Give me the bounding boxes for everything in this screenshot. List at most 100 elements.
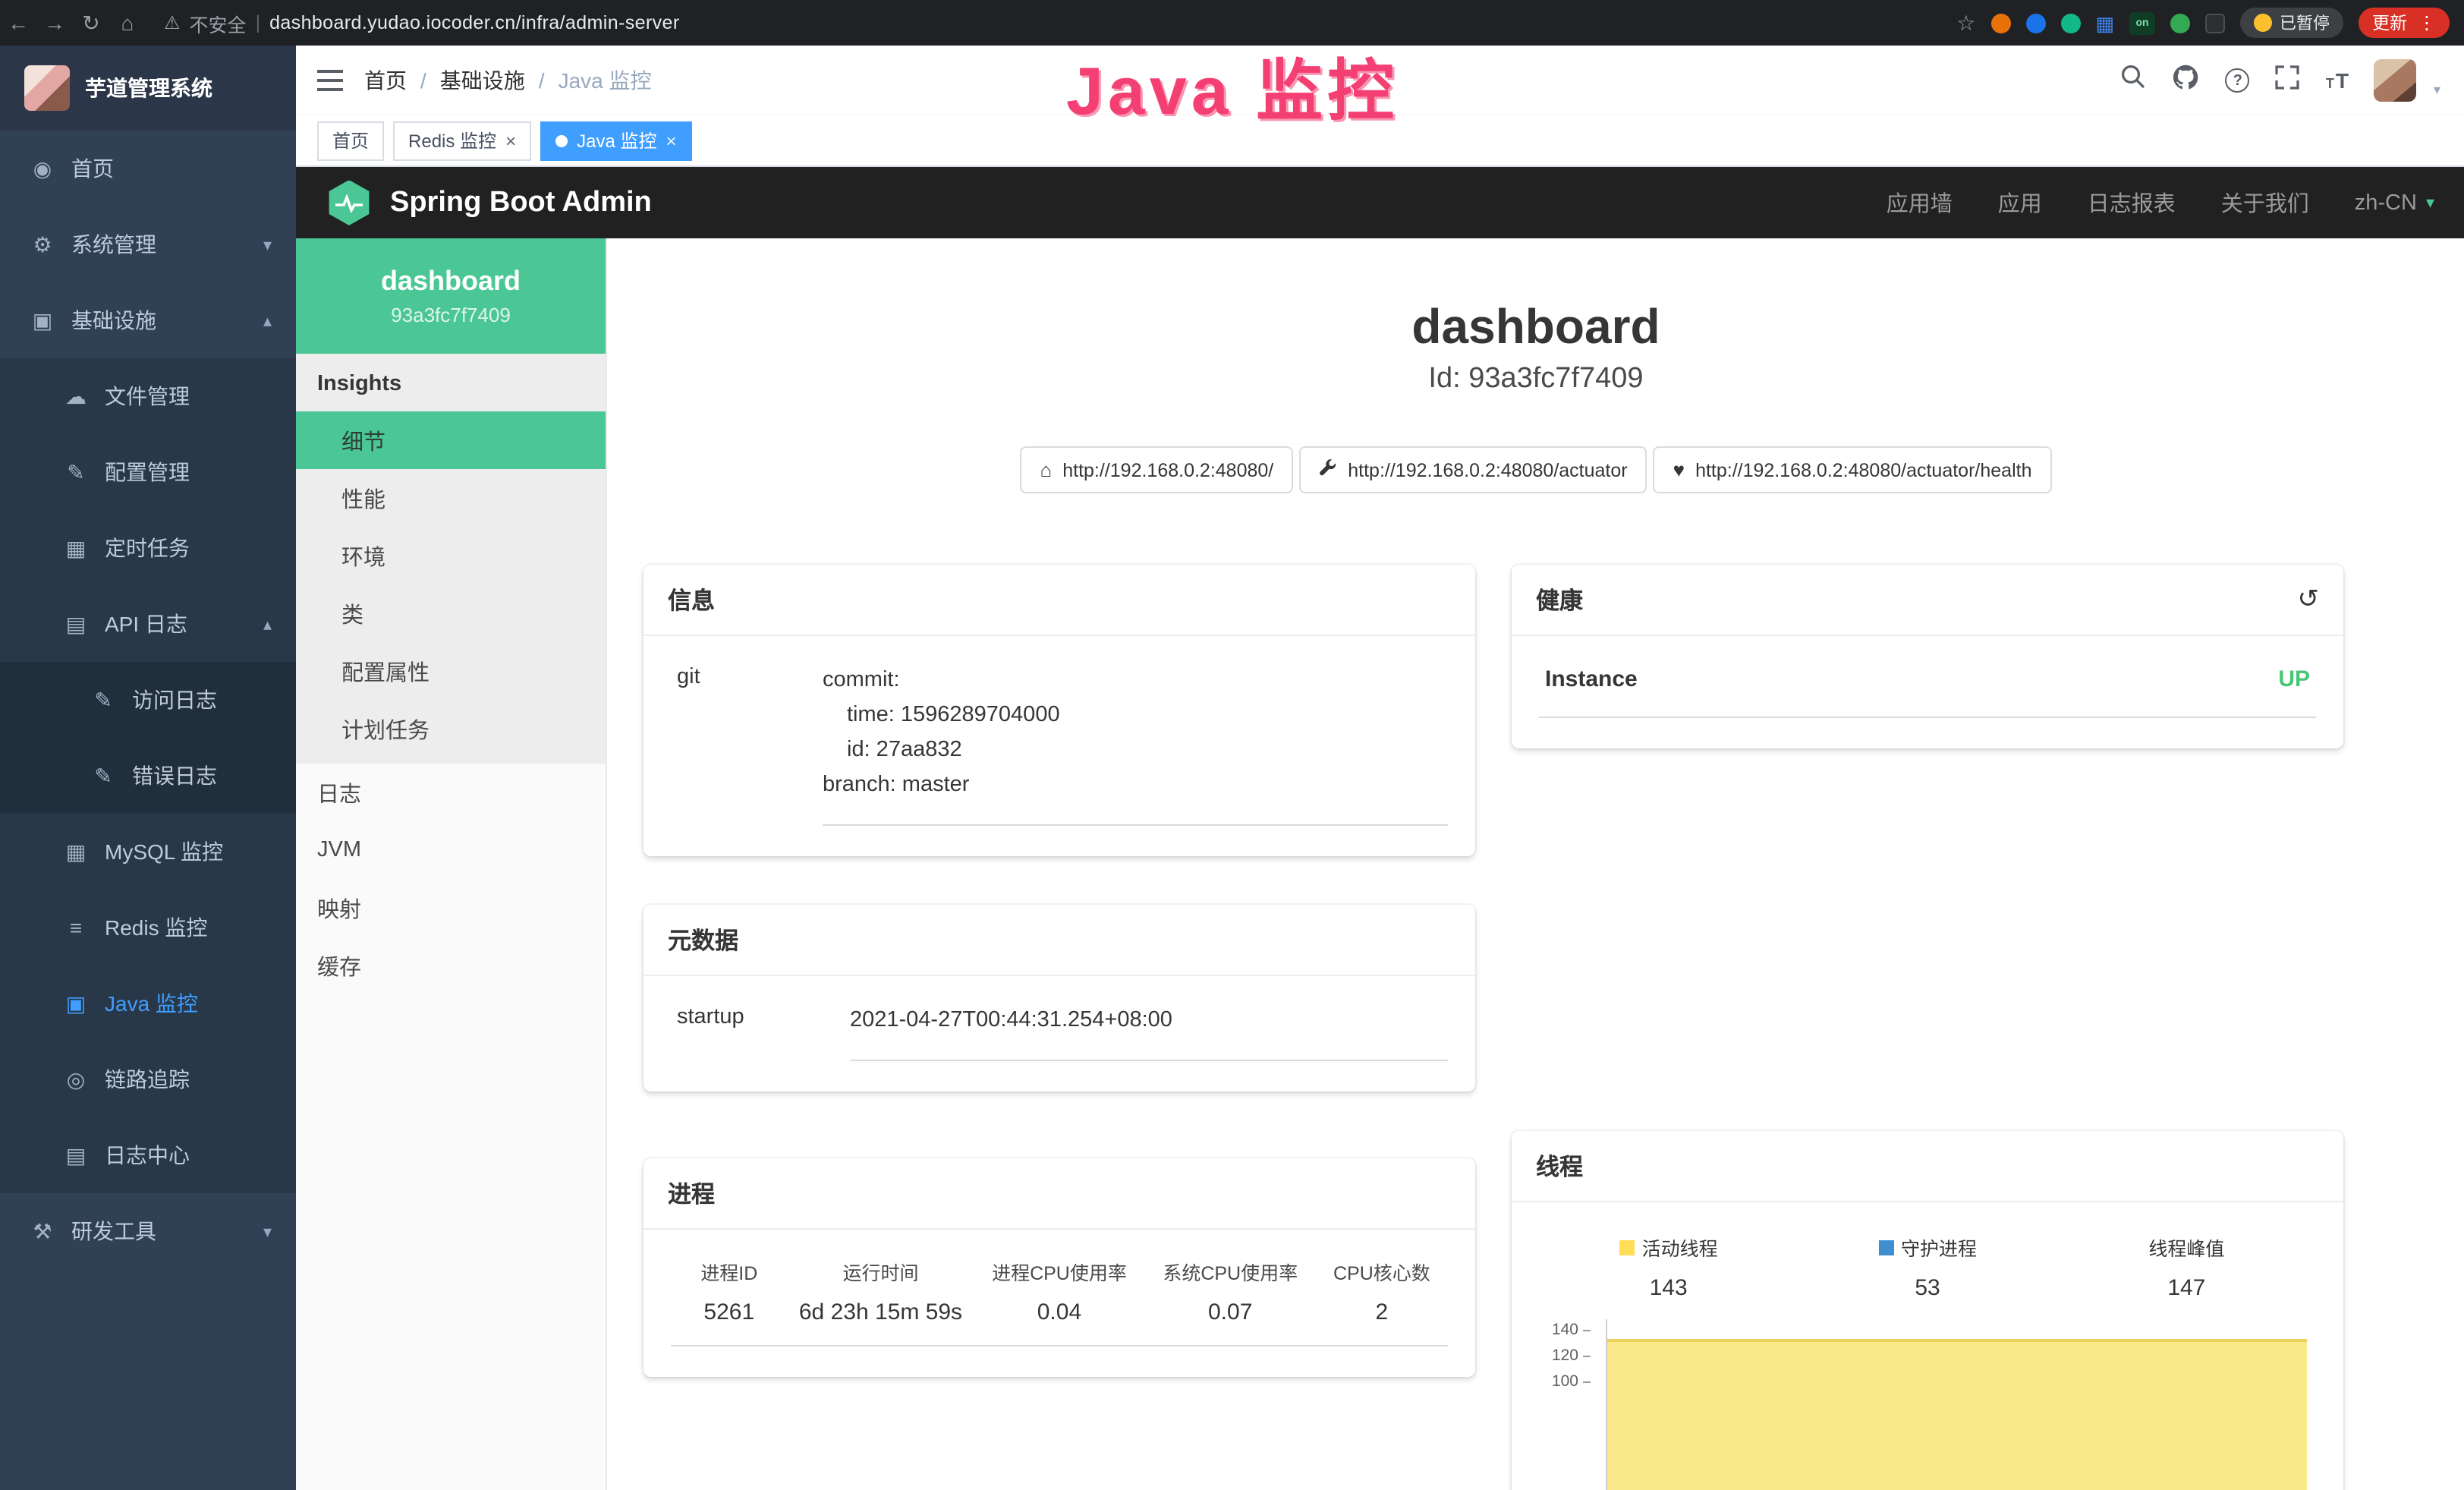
sba-item-jvm[interactable]: JVM [296,821,606,879]
sidebar-item-label: Java 监控 [105,988,198,1019]
update-label: 更新 [2372,11,2407,35]
tab-redis-monitor[interactable]: Redis 监控 × [393,121,531,160]
process-card-title: 进程 [644,1158,1475,1230]
sba-item-metrics[interactable]: 性能 [296,469,606,527]
sidebar-item-home[interactable]: ◉ 首页 [0,131,296,206]
health-instance-row[interactable]: Instance UP [1539,663,2316,718]
close-icon[interactable]: × [666,130,676,151]
card-title: 元数据 [668,923,738,956]
address-url: dashboard.yudao.iocoder.cn/infra/admin-s… [269,12,680,33]
sidebar-item-tracing[interactable]: ◎ 链路追踪 [0,1041,296,1117]
sba-item-logs[interactable]: 日志 [296,764,606,821]
sba-item-mappings[interactable]: 映射 [296,879,606,937]
history-icon[interactable]: ↺ [2298,584,2320,615]
sba-locale-select[interactable]: zh-CN ▾ [2355,191,2434,215]
user-avatar[interactable] [2374,59,2417,102]
sidebar-item-java-monitor[interactable]: ▣ Java 监控 [0,966,296,1041]
active-tab-dot [555,134,568,146]
breadcrumb-infrastructure[interactable]: 基础设施 [440,65,525,96]
card-title: 进程 [668,1177,715,1210]
chevron-up-icon: ▴ [263,310,272,330]
extensions-puzzle-icon[interactable] [2205,13,2225,33]
browser-home-icon[interactable]: ⌂ [109,11,146,35]
sidebar-item-label: MySQL 监控 [105,836,223,867]
github-icon[interactable] [2173,63,2200,98]
browser-menu-icon[interactable]: ⋮ [2418,12,2436,33]
hamburger-icon[interactable] [296,70,364,91]
actuator-url-button[interactable]: http://192.168.0.2:48080/actuator [1299,446,1647,493]
sidebar-item-mysql-monitor[interactable]: ▦ MySQL 监控 [0,814,296,890]
browser-back-icon[interactable]: ← [0,11,36,35]
tab-home[interactable]: 首页 [317,121,384,160]
legend-daemon-threads: 守护进程 53 [1798,1233,2056,1301]
heart-icon: ♥ [1673,458,1685,481]
browser-refresh-icon[interactable]: ↻ [73,10,109,36]
sba-item-scheduled-tasks[interactable]: 计划任务 [296,700,606,758]
instance-name: dashboard [381,266,521,298]
tab-label: Redis 监控 [408,128,496,153]
sidebar-item-infrastructure[interactable]: ▣ 基础设施 ▴ [0,282,296,358]
sidebar-item-dev-tools[interactable]: ⚒ 研发工具 ▾ [0,1193,296,1269]
git-time-line: time: 1596289704000 [847,698,1448,733]
help-icon[interactable]: ? [2226,68,2250,93]
sidebar-item-scheduled-jobs[interactable]: ▦ 定时任务 [0,510,296,586]
health-url: http://192.168.0.2:48080/actuator/health [1695,459,2031,480]
sidebar-item-error-logs[interactable]: ✎ 错误日志 [0,738,296,814]
extension-blue-icon[interactable] [2025,13,2045,33]
sidebar-item-api-logs[interactable]: ▤ API 日志 ▴ [0,586,296,662]
sidebar-item-file-mgmt[interactable]: ☁ 文件管理 [0,358,296,434]
sba-nav-wallboard[interactable]: 应用墙 [1887,187,1953,219]
legend-label: 线程峰值 [2148,1233,2224,1262]
breadcrumb-separator: / [420,68,426,93]
dashboard-icon: ◉ [30,156,55,181]
sidebar-item-system-mgmt[interactable]: ⚙ 系统管理 ▾ [0,206,296,282]
security-warning-icon: ⚠ [164,12,181,33]
extension-orange-icon[interactable] [1990,13,2010,33]
legend-live-threads: 活动线程 143 [1539,1233,1798,1301]
browser-forward-icon[interactable]: → [36,11,73,35]
extension-grid-icon[interactable]: ▦ [2095,13,2114,33]
sidebar-item-redis-monitor[interactable]: ≡ Redis 监控 [0,890,296,966]
sba-nav-about[interactable]: 关于我们 [2221,187,2309,219]
sba-item-classes[interactable]: 类 [296,584,606,642]
extension-leaf-icon[interactable] [2170,13,2190,33]
service-url-button[interactable]: ⌂ http://192.168.0.2:48080/ [1021,446,1294,493]
sidebar-item-log-center[interactable]: ▤ 日志中心 [0,1117,296,1193]
fullscreen-icon[interactable] [2276,65,2300,96]
sba-item-config-props[interactable]: 配置属性 [296,642,606,700]
health-url-button[interactable]: ♥ http://192.168.0.2:48080/actuator/heal… [1654,446,2052,493]
sidebar-item-label: Redis 监控 [105,912,207,943]
insights-section: Insights 细节 性能 环境 类 配置属性 计划任务 [296,354,606,764]
sidebar-item-label: API 日志 [105,609,187,639]
tags-view: 首页 Redis 监控 × Java 监控 × [296,115,2464,167]
sba-item-details[interactable]: 细节 [296,411,606,469]
extension-switch-on-icon[interactable]: on [2129,11,2155,34]
sidebar-item-config-mgmt[interactable]: ✎ 配置管理 [0,434,296,510]
sba-nav-journal[interactable]: 日志报表 [2088,187,2176,219]
sidebar-item-label: 基础设施 [71,305,156,335]
paused-badge[interactable]: 已暂停 [2240,8,2343,38]
process-table-values: 5261 6d 23h 15m 59s 0.04 0.07 2 [671,1299,1448,1347]
sba-item-environment[interactable]: 环境 [296,527,606,584]
health-card: 健康 ↺ Instance UP [1512,565,2343,748]
monitor-icon: ▣ [64,991,88,1016]
bookmark-star-icon[interactable]: ☆ [1956,10,1975,36]
search-icon[interactable] [2121,64,2147,97]
update-button[interactable]: 更新 ⋮ [2359,8,2450,38]
metadata-card-body: startup 2021-04-27T00:44:31.254+08:00 [644,976,1475,1092]
tab-java-monitor[interactable]: Java 监控 × [540,121,691,160]
extension-green-icon[interactable] [2060,13,2080,33]
document-icon: ▤ [64,1142,88,1168]
sba-nav-applications[interactable]: 应用 [1998,187,2042,219]
close-icon[interactable]: × [505,130,516,151]
sidebar-item-access-logs[interactable]: ✎ 访问日志 [0,662,296,738]
sba-item-caches[interactable]: 缓存 [296,937,606,994]
font-size-icon[interactable]: T T [2326,69,2349,92]
breadcrumb-home[interactable]: 首页 [364,65,407,96]
sba-nav: 应用墙 应用 日志报表 关于我们 zh-CN ▾ [1887,187,2434,219]
process-card: 进程 进程ID 运行时间 进程CPU使用率 系统CPU使用率 CPU核心数 [644,1158,1475,1377]
app-logo[interactable]: 芋道管理系统 [0,46,296,131]
address-bar[interactable]: ⚠ 不安全 | dashboard.yudao.iocoder.cn/infra… [164,8,680,37]
sidebar-item-label: 系统管理 [71,229,156,260]
sba-logo-icon[interactable] [326,180,372,225]
